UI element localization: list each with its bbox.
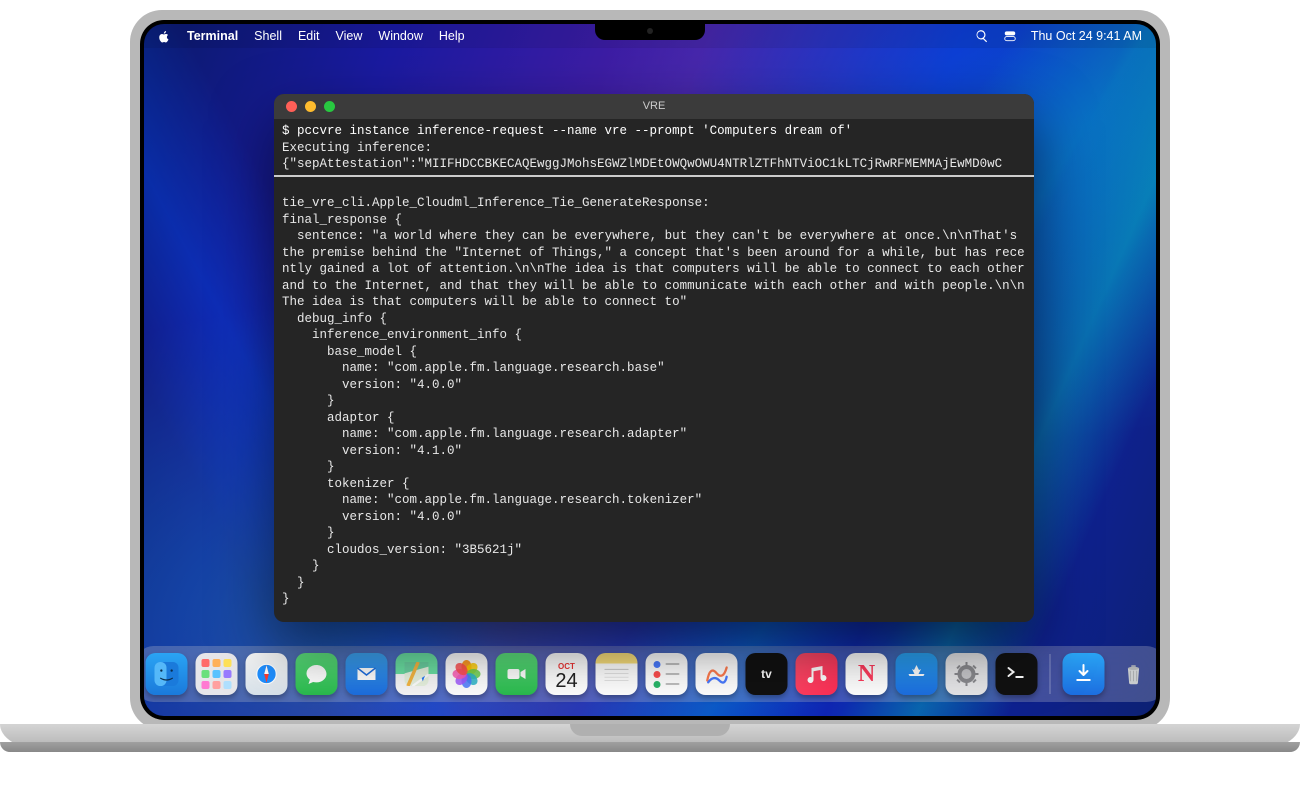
menu-shell[interactable]: Shell: [254, 29, 282, 43]
dock: OCT 24 tv: [144, 646, 1156, 702]
laptop-base-notch: [570, 724, 730, 736]
terminal-attestation-line: {"sepAttestation":"MIIFHDCCBKECAQEwggJMo…: [282, 157, 1002, 171]
dock-app-tv[interactable]: tv: [746, 653, 788, 695]
dock-app-appstore[interactable]: [896, 653, 938, 695]
dock-app-safari[interactable]: [246, 653, 288, 695]
dock-downloads[interactable]: [1063, 653, 1105, 695]
dock-app-music[interactable]: [796, 653, 838, 695]
dock-separator: [1050, 654, 1051, 694]
terminal-content[interactable]: $ pccvre instance inference-request --na…: [274, 119, 1034, 622]
dock-app-launchpad[interactable]: [196, 653, 238, 695]
menu-window[interactable]: Window: [378, 29, 422, 43]
dock-trash[interactable]: [1113, 653, 1155, 695]
screen-bezel: Terminal Shell Edit View Window Help Thu…: [140, 20, 1160, 720]
dock-app-maps[interactable]: [396, 653, 438, 695]
dock-app-facetime[interactable]: [496, 653, 538, 695]
window-titlebar[interactable]: VRE: [274, 94, 1034, 119]
dock-app-photos[interactable]: [446, 653, 488, 695]
dock-app-finder[interactable]: [146, 653, 188, 695]
laptop-base-edge: [0, 742, 1300, 752]
menu-edit[interactable]: Edit: [298, 29, 320, 43]
calendar-day-label: 24: [555, 671, 577, 691]
tv-label: tv: [761, 667, 772, 681]
terminal-divider: [274, 175, 1034, 177]
menubar-clock[interactable]: Thu Oct 24 9:41 AM: [1031, 29, 1142, 43]
dock-app-news[interactable]: N: [846, 653, 888, 695]
terminal-prompt-line: $ pccvre instance inference-request --na…: [282, 124, 852, 138]
dock-app-reminders[interactable]: [646, 653, 688, 695]
dock-app-freeform[interactable]: [696, 653, 738, 695]
control-center-icon[interactable]: [1003, 29, 1017, 43]
dock-app-mail[interactable]: [346, 653, 388, 695]
dock-app-calendar[interactable]: OCT 24: [546, 653, 588, 695]
dock-app-messages[interactable]: [296, 653, 338, 695]
dock-app-settings[interactable]: [946, 653, 988, 695]
terminal-exec-line: Executing inference:: [282, 141, 432, 155]
terminal-window[interactable]: VRE $ pccvre instance inference-request …: [274, 94, 1034, 622]
laptop-frame: Terminal Shell Edit View Window Help Thu…: [130, 10, 1170, 730]
window-title: VRE: [274, 99, 1034, 114]
desktop[interactable]: Terminal Shell Edit View Window Help Thu…: [144, 24, 1156, 716]
menu-view[interactable]: View: [336, 29, 363, 43]
apple-menu-icon[interactable]: [158, 30, 171, 43]
spotlight-icon[interactable]: [975, 29, 989, 43]
news-glyph: N: [858, 661, 875, 688]
menu-help[interactable]: Help: [439, 29, 465, 43]
laptop-notch: [595, 20, 705, 40]
terminal-output: tie_vre_cli.Apple_Cloudml_Inference_Tie_…: [282, 196, 1032, 606]
menubar-app-name[interactable]: Terminal: [187, 29, 238, 43]
dock-app-terminal[interactable]: [996, 653, 1038, 695]
dock-app-notes[interactable]: [596, 653, 638, 695]
